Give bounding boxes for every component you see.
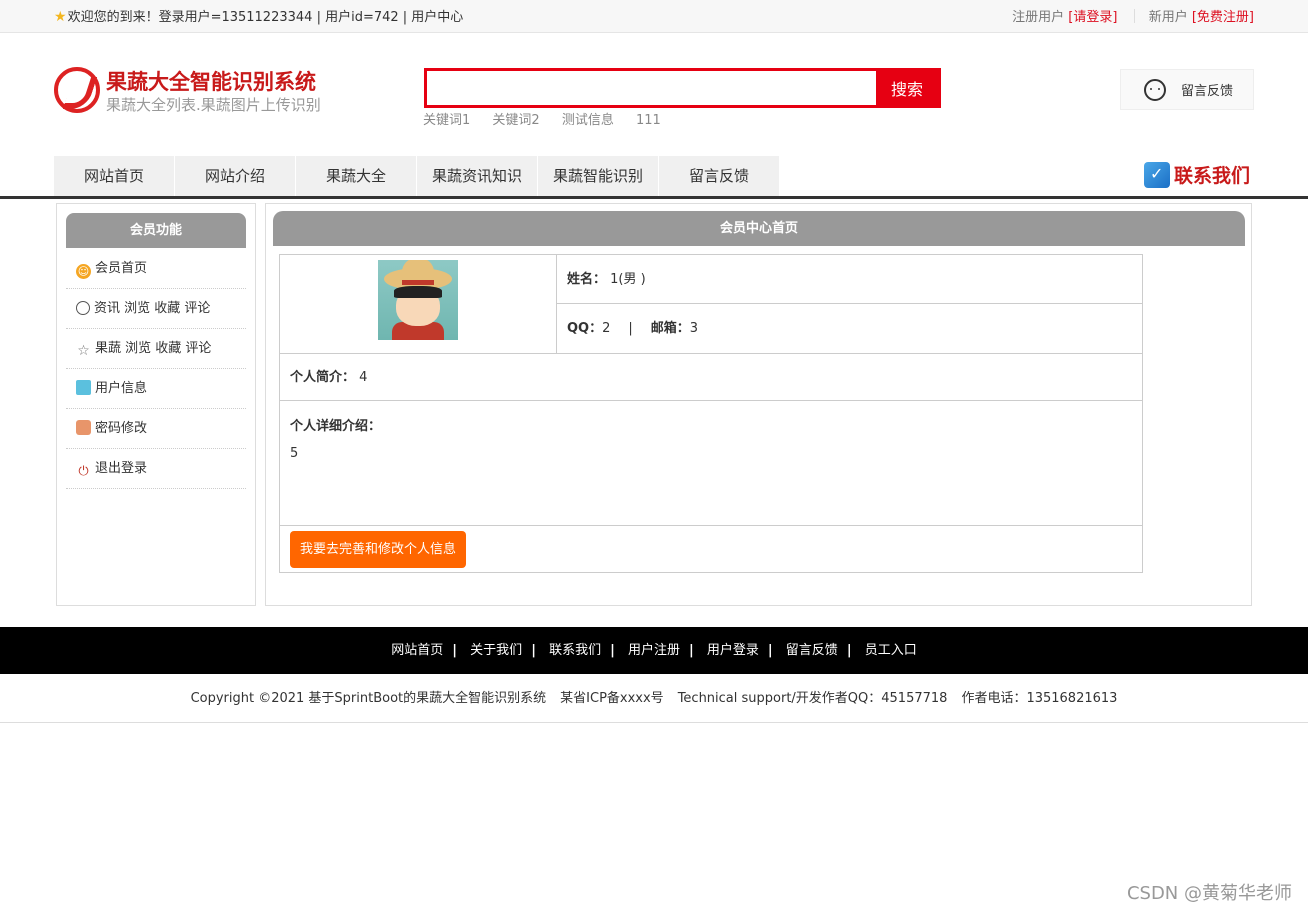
main-nav: 网站首页 网站介绍 果蔬大全 果蔬资讯知识 果蔬智能识别 留言反馈 bbox=[54, 156, 780, 196]
footer-link-staff[interactable]: 员工入口 bbox=[865, 643, 917, 658]
sidebar-item-label: 资讯 浏览 收藏 评论 bbox=[94, 301, 211, 316]
sidebar-item-label: 退出登录 bbox=[95, 461, 148, 476]
sidebar-item-label: 密码修改 bbox=[95, 421, 148, 436]
sidebar-item-member-home[interactable]: ☺ 会员首页 bbox=[66, 249, 246, 289]
intro-label: 个人简介： bbox=[290, 370, 356, 385]
nav-divider bbox=[0, 196, 1308, 199]
edit-profile-button[interactable]: 我要去完善和修改个人信息 bbox=[290, 531, 467, 568]
lock-icon bbox=[76, 420, 91, 435]
name-row: 姓名： 1(男 ) bbox=[557, 255, 1142, 304]
login-link[interactable]: [请登录] bbox=[1068, 10, 1117, 25]
home-icon: ☺ bbox=[76, 264, 91, 279]
icp-text: 某省ICP备xxxx号 bbox=[560, 691, 664, 706]
search-button[interactable]: 搜索 bbox=[876, 71, 938, 105]
sidebar-item-news-activity[interactable]: 资讯 浏览 收藏 评论 bbox=[66, 289, 246, 329]
site-subtitle: 果蔬大全列表.果蔬图片上传识别 bbox=[106, 96, 321, 114]
footer-link-about[interactable]: 关于我们 bbox=[470, 643, 522, 658]
profile-header-row: 姓名： 1(男 ) QQ：2 | 邮箱：3 bbox=[280, 255, 1142, 354]
sidebar-item-label: 会员首页 bbox=[95, 261, 148, 276]
register-link[interactable]: [免费注册] bbox=[1192, 10, 1254, 25]
contact-label: 联系我们 bbox=[1174, 165, 1251, 187]
site-title[interactable]: 果蔬大全智能识别系统 bbox=[106, 66, 316, 96]
footer-link-login[interactable]: 用户登录 bbox=[707, 643, 759, 658]
nav-item-recognition[interactable]: 果蔬智能识别 bbox=[538, 156, 659, 196]
sidebar-menu: ☺ 会员首页 资讯 浏览 收藏 评论 ☆ 果蔬 浏览 收藏 评论 用户信息 密码修改… bbox=[66, 249, 246, 489]
detail-row: 个人详细介绍： 5 bbox=[280, 401, 1142, 526]
footer-separator: | bbox=[610, 643, 615, 658]
sidebar-item-user-info[interactable]: 用户信息 bbox=[66, 369, 246, 409]
sidebar-item-label: 果蔬 浏览 收藏 评论 bbox=[95, 341, 212, 356]
star-icon: ☆ bbox=[77, 343, 90, 359]
divider bbox=[1133, 9, 1135, 23]
name-label: 姓名： bbox=[567, 272, 607, 287]
name-value: 1(男 ) bbox=[610, 272, 646, 287]
registered-label: 注册用户 bbox=[1012, 10, 1065, 25]
nav-item-feedback[interactable]: 留言反馈 bbox=[659, 156, 780, 196]
new-user-label: 新用户 bbox=[1148, 10, 1188, 25]
intro-row: 个人简介： 4 bbox=[280, 354, 1142, 401]
search-input[interactable] bbox=[427, 71, 879, 105]
panel-title: 会员中心首页 bbox=[273, 211, 1245, 246]
welcome-text: ★欢迎您的到来！登录用户=13511223344 | 用户id=742 | 用户… bbox=[54, 6, 463, 25]
member-center-panel: 会员中心首页 姓名： 1(男 ) QQ：2 | 邮箱：3 个人简介： 4 个人详… bbox=[265, 203, 1252, 606]
sidebar-item-change-password[interactable]: 密码修改 bbox=[66, 409, 246, 449]
top-bar: ★欢迎您的到来！登录用户=13511223344 | 用户id=742 | 用户… bbox=[0, 0, 1308, 33]
footer-link-home[interactable]: 网站首页 bbox=[391, 643, 443, 658]
sidebar-item-label: 用户信息 bbox=[95, 381, 148, 396]
phone-text: 作者电话：13516821613 bbox=[961, 691, 1118, 706]
detail-value: 5 bbox=[290, 446, 299, 461]
feedback-label: 留言反馈 bbox=[1181, 84, 1234, 99]
nav-item-about[interactable]: 网站介绍 bbox=[175, 156, 296, 196]
headset-icon bbox=[1144, 79, 1166, 101]
support-text: Technical support/开发作者QQ：45157718 bbox=[677, 691, 948, 706]
clock-icon bbox=[76, 301, 90, 315]
profile-card: 姓名： 1(男 ) QQ：2 | 邮箱：3 个人简介： 4 个人详细介绍： 5 我要… bbox=[279, 254, 1143, 573]
watermark: CSDN @黄菊华老师 bbox=[1126, 883, 1292, 904]
detail-label: 个人详细介绍： bbox=[290, 419, 382, 434]
avatar bbox=[378, 260, 458, 340]
footer-separator: | bbox=[846, 643, 852, 658]
copyright-bar: Copyright ©2021 基于SprintBoot的果蔬大全智能识别系统某… bbox=[0, 674, 1308, 723]
footer-separator: | bbox=[452, 643, 458, 658]
intro-value: 4 bbox=[359, 370, 368, 385]
hot-keyword[interactable]: 111 bbox=[636, 113, 661, 128]
nav-item-news[interactable]: 果蔬资讯知识 bbox=[417, 156, 538, 196]
sidebar-item-logout[interactable]: ⏻ 退出登录 bbox=[66, 449, 246, 489]
search-box: 搜索 bbox=[424, 68, 941, 108]
hot-keyword[interactable]: 测试信息 bbox=[562, 113, 614, 128]
star-icon: ★ bbox=[54, 9, 67, 25]
logo-icon[interactable] bbox=[54, 67, 100, 113]
sidebar-title: 会员功能 bbox=[66, 213, 246, 248]
nav-item-produce[interactable]: 果蔬大全 bbox=[296, 156, 417, 196]
phone-check-icon bbox=[1144, 161, 1170, 188]
account-links: 注册用户 [请登录] 新用户 [免费注册] bbox=[1012, 6, 1254, 25]
footer-separator: | bbox=[767, 643, 773, 658]
qq-value: 2 bbox=[602, 321, 611, 336]
divider: | bbox=[628, 321, 633, 336]
hot-keyword[interactable]: 关键词2 bbox=[492, 113, 539, 128]
qq-label: QQ： bbox=[567, 321, 603, 336]
footer-separator: | bbox=[689, 643, 694, 658]
feedback-button[interactable]: 留言反馈 bbox=[1120, 69, 1254, 110]
email-label: 邮箱： bbox=[650, 321, 690, 336]
email-value: 3 bbox=[689, 321, 699, 336]
sidebar-item-produce-activity[interactable]: ☆ 果蔬 浏览 收藏 评论 bbox=[66, 329, 246, 369]
footer-separator: | bbox=[531, 643, 536, 658]
contact-row: QQ：2 | 邮箱：3 bbox=[557, 304, 1142, 353]
nav-item-home[interactable]: 网站首页 bbox=[54, 156, 175, 196]
footer-nav: 网站首页 | 关于我们 | 联系我们 | 用户注册 | 用户登录 | 留言反馈 | 员工入口 bbox=[0, 627, 1308, 674]
footer-link-contact[interactable]: 联系我们 bbox=[549, 643, 601, 658]
footer-link-feedback[interactable]: 留言反馈 bbox=[786, 643, 838, 658]
power-icon: ⏻ bbox=[78, 464, 89, 479]
hot-keywords: 关键词1 关键词2 测试信息 111 bbox=[423, 109, 679, 128]
footer-link-register[interactable]: 用户注册 bbox=[628, 643, 680, 658]
user-info-icon bbox=[76, 380, 91, 395]
welcome-message: 欢迎您的到来！登录用户=13511223344 | 用户id=742 | 用户中… bbox=[67, 10, 464, 25]
copyright-text: Copyright ©2021 基于SprintBoot的果蔬大全智能识别系统 bbox=[190, 691, 547, 706]
contact-us-link[interactable]: 联系我们 bbox=[1144, 161, 1250, 188]
hot-keyword[interactable]: 关键词1 bbox=[423, 113, 470, 128]
member-sidebar: 会员功能 ☺ 会员首页 资讯 浏览 收藏 评论 ☆ 果蔬 浏览 收藏 评论 用户信息… bbox=[56, 203, 256, 606]
avatar-cell bbox=[280, 255, 557, 354]
basic-info: 姓名： 1(男 ) QQ：2 | 邮箱：3 bbox=[557, 255, 1142, 354]
